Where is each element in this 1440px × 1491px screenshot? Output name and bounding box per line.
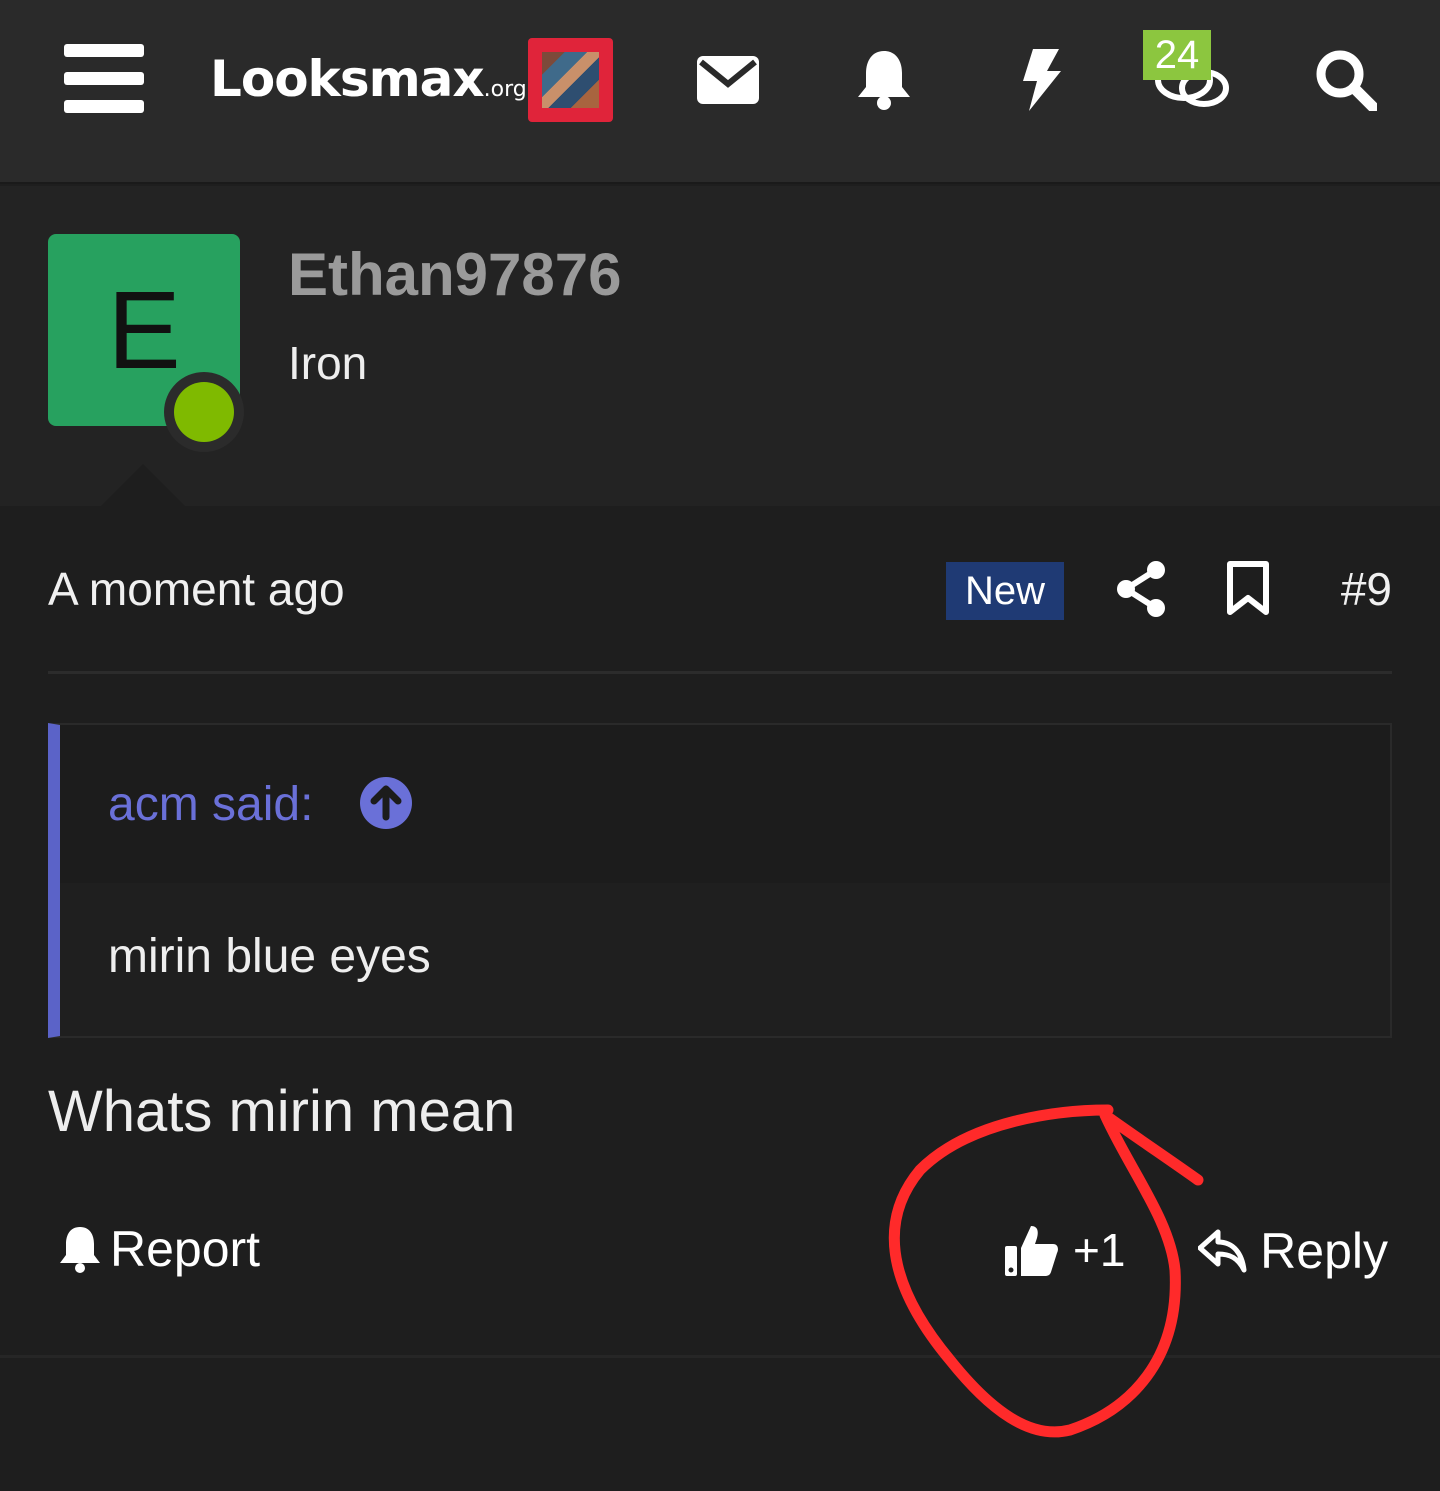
account-avatar-button[interactable] <box>528 38 613 122</box>
logo-tld: .org <box>483 77 527 102</box>
quote-header: acm said: <box>60 725 1390 883</box>
quote-block: acm said: mirin blue eyes <box>48 723 1392 1038</box>
header-pointer-notch <box>100 464 186 507</box>
thumbs-up-icon <box>1005 1226 1058 1276</box>
meta-divider <box>48 671 1392 674</box>
quote-author-link[interactable]: acm said: <box>108 777 313 832</box>
report-button[interactable]: Report <box>58 1220 260 1278</box>
site-logo[interactable]: Looksmax.org <box>210 50 527 110</box>
top-navigation-bar: Looksmax.org 24 <box>0 0 1440 184</box>
post-number-link[interactable]: #9 <box>1341 562 1392 616</box>
post-actions: Report +1 Reply <box>48 1220 1392 1290</box>
username-link[interactable]: Ethan97876 <box>288 240 622 309</box>
envelope-icon[interactable] <box>688 40 768 120</box>
share-icon[interactable] <box>1116 560 1166 618</box>
reply-arrow-icon <box>1198 1229 1247 1273</box>
post-timestamp[interactable]: A moment ago <box>48 562 345 616</box>
conversations-count-badge: 24 <box>1143 30 1211 80</box>
reaction-count: +1 <box>1073 1224 1126 1276</box>
menu-icon[interactable] <box>64 44 144 114</box>
lightning-icon[interactable] <box>1000 40 1080 120</box>
user-title: Iron <box>288 337 368 389</box>
like-button[interactable]: +1 <box>1003 1222 1125 1278</box>
logo-text: Looksmax <box>210 50 485 108</box>
reply-button[interactable]: Reply <box>1198 1222 1388 1280</box>
online-status-indicator <box>164 372 244 452</box>
bookmark-icon[interactable] <box>1226 560 1270 618</box>
post-author-header: E Ethan97876 Iron <box>0 186 1440 507</box>
report-label: Report <box>110 1221 261 1277</box>
post-meta-row: A moment ago New #9 <box>48 560 1392 624</box>
new-badge: New <box>946 562 1064 620</box>
avatar-letter: E <box>107 268 181 392</box>
bell-icon[interactable] <box>844 40 924 120</box>
reply-label: Reply <box>1260 1223 1388 1279</box>
bell-icon <box>60 1227 100 1273</box>
post-bottom-divider <box>0 1355 1440 1358</box>
arrow-up-circle-icon[interactable] <box>360 777 412 829</box>
quote-content: mirin blue eyes <box>108 930 431 983</box>
search-icon[interactable] <box>1306 40 1386 120</box>
account-avatar-image <box>542 52 599 108</box>
post-body: Whats mirin mean <box>48 1079 516 1144</box>
